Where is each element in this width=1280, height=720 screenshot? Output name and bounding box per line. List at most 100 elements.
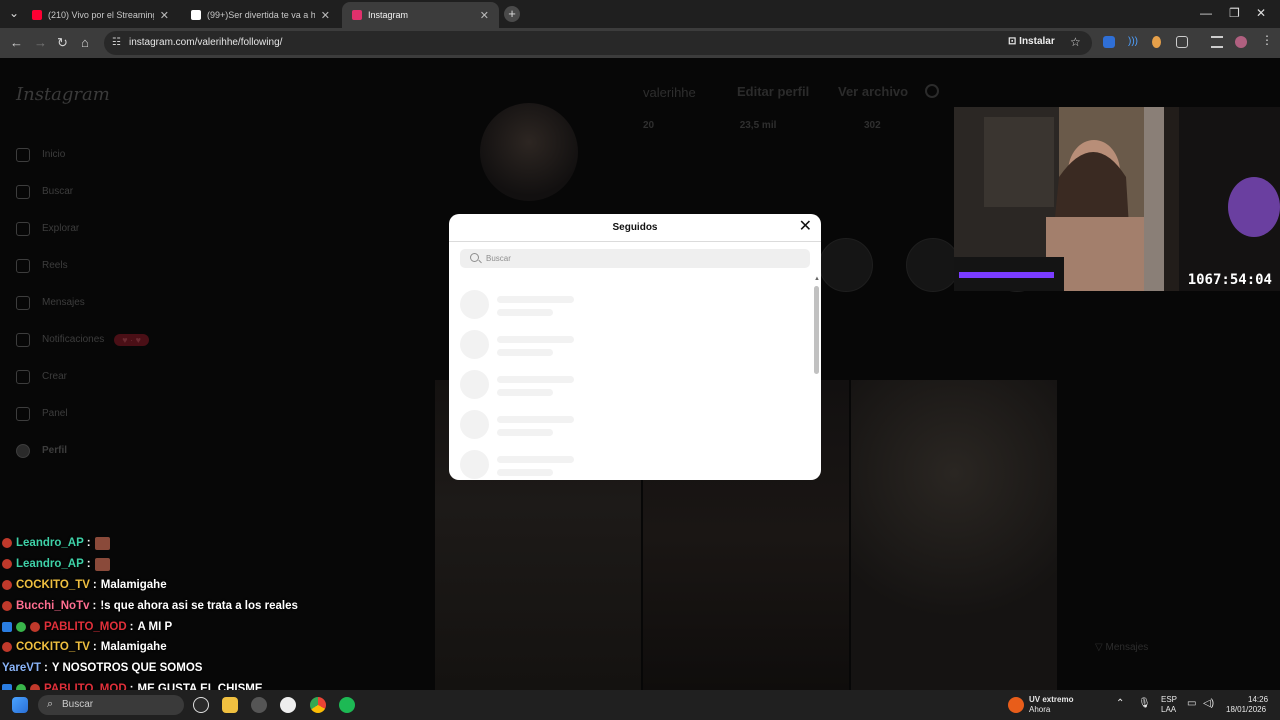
chat-text: Y NOSOTROS QUE SOMOS — [51, 662, 203, 675]
home-icon[interactable]: ⌂ — [81, 35, 89, 50]
chat-emote-icon — [94, 557, 110, 571]
chat-username[interactable]: Leandro_AP — [16, 537, 84, 549]
sidebar-item[interactable]: Mensajes — [16, 284, 149, 321]
minimize-icon[interactable]: — — [1200, 6, 1212, 20]
instagram-logo[interactable]: Instagram — [16, 84, 110, 105]
floating-messages-button[interactable]: ▽ Mensajes — [1095, 642, 1148, 653]
chat-message: Leandro_AP: — [2, 554, 322, 575]
back-icon[interactable]: ← — [10, 35, 23, 50]
browser-tab[interactable]: (210) Vivo por el Streaming - Yo ✕ — [22, 2, 179, 28]
chat-username[interactable]: PABLITO_MOD — [44, 621, 127, 633]
browser-tab[interactable]: (99+)Ser divertida te va a hacer ✕ — [181, 2, 340, 28]
profile-avatar-icon[interactable] — [1235, 36, 1247, 48]
taskbar-search-label: Buscar — [62, 699, 94, 710]
scroll-up-icon[interactable]: ▲ — [814, 276, 820, 282]
chat-text: A MI P — [137, 620, 173, 633]
chat-badge-icon — [2, 621, 12, 632]
story-highlight[interactable] — [906, 238, 960, 292]
sidebar-item[interactable]: Reels — [16, 247, 149, 284]
sidebar-item[interactable]: Inicio — [16, 136, 149, 173]
profile-avatar[interactable] — [480, 103, 578, 201]
windows-taskbar: ⌕ Buscar UV extremo Ahora ⌃ 🎙 ESP LAA ▭ … — [0, 690, 1280, 720]
avatar-placeholder — [460, 290, 489, 319]
chat-username[interactable]: YareVT — [2, 662, 41, 674]
chat-username[interactable]: COCKITO_TV — [16, 579, 90, 591]
forward-icon[interactable]: → — [34, 35, 47, 50]
chat-username[interactable]: Bucchi_NoTv — [16, 600, 90, 612]
clock-time[interactable]: 14:26 — [1248, 695, 1268, 705]
sidebar-item[interactable]: Panel — [16, 395, 149, 432]
volume-icon[interactable]: ◁) — [1203, 699, 1214, 709]
text-placeholder — [497, 416, 574, 423]
chat-username[interactable]: COCKITO_TV — [16, 641, 90, 653]
reload-icon[interactable]: ↻ — [57, 35, 68, 51]
new-tab-button[interactable]: + — [504, 6, 520, 22]
chrome-icon[interactable] — [310, 697, 326, 713]
extensions-puzzle-icon[interactable] — [1176, 36, 1188, 48]
install-icon: ⊡ — [1008, 36, 1017, 47]
overwatch-icon[interactable] — [280, 697, 296, 713]
followers-count[interactable]: 23,5 mil — [740, 120, 777, 131]
weather-subtitle: Ahora — [1029, 705, 1051, 714]
audio-extension-icon[interactable]: ))) — [1128, 36, 1140, 48]
translate-extension-icon[interactable] — [1103, 36, 1115, 48]
windows-start-icon[interactable] — [12, 697, 28, 713]
tab-title: (99+)Ser divertida te va a hacer — [207, 10, 315, 20]
address-bar[interactable]: ☷ instagram.com/valerihhe/following/ ⊡ I… — [104, 31, 1092, 55]
heart-icon — [16, 332, 30, 347]
profile-username: valerihhe — [643, 85, 696, 100]
tab-title: Instagram — [368, 10, 409, 20]
spotify-icon[interactable] — [339, 697, 355, 713]
tab-close-icon[interactable]: ✕ — [160, 9, 169, 22]
bookmark-star-icon[interactable]: ☆ — [1070, 35, 1081, 49]
steam-icon[interactable] — [251, 697, 267, 713]
sidebar-item[interactable]: Crear — [16, 358, 149, 395]
search-input[interactable] — [486, 249, 786, 268]
modal-title: Seguidos — [612, 222, 658, 233]
install-button[interactable]: ⊡ Instalar — [1008, 36, 1055, 47]
language-bottom[interactable]: LAA — [1161, 705, 1176, 715]
window-close-icon[interactable]: ✕ — [1256, 6, 1266, 20]
chat-badge-icon — [16, 621, 26, 632]
clock-date[interactable]: 18/01/2026 — [1226, 705, 1266, 715]
browser-menu-icon[interactable]: ⋮ — [1261, 33, 1273, 47]
scrollbar-thumb[interactable] — [814, 286, 819, 374]
browser-tab[interactable]: Instagram ✕ — [342, 2, 499, 28]
language-top[interactable]: ESP — [1161, 695, 1177, 705]
network-icon[interactable]: ▭ — [1187, 699, 1196, 709]
search-field[interactable] — [460, 249, 810, 268]
post-thumbnail[interactable] — [851, 380, 1057, 690]
tab-search-icon[interactable]: ⌄ — [9, 6, 19, 20]
search-icon: ⌕ — [47, 698, 54, 710]
tray-overflow-icon[interactable]: ⌃ — [1116, 699, 1124, 709]
taskbar-search[interactable]: ⌕ Buscar — [38, 695, 184, 715]
weather-title: UV extremo — [1029, 695, 1074, 704]
sidebar-item[interactable]: Buscar — [16, 173, 149, 210]
tab-close-icon[interactable]: ✕ — [321, 9, 330, 22]
edit-profile-button[interactable]: Editar perfil — [737, 84, 809, 99]
chat-username[interactable]: Leandro_AP — [16, 558, 84, 570]
extension-icon[interactable] — [1152, 36, 1161, 48]
sidebar-item-label: Inicio — [42, 149, 66, 160]
chat-message: Bucchi_NoTv: !s que ahora asi se trata a … — [2, 595, 322, 616]
sidebar-item[interactable]: Explorar — [16, 210, 149, 247]
sidebar-item[interactable]: Perfil — [16, 432, 149, 469]
sidebar-item-label: Mensajes — [42, 297, 85, 308]
modal-header: Seguidos ✕ — [449, 214, 821, 242]
restore-icon[interactable]: ❐ — [1229, 6, 1240, 20]
file-explorer-icon[interactable] — [222, 697, 238, 713]
weather-icon[interactable] — [1008, 697, 1024, 713]
story-highlight[interactable] — [819, 238, 873, 292]
view-archive-button[interactable]: Ver archivo — [838, 84, 908, 99]
microphone-icon[interactable]: 🎙 — [1138, 699, 1151, 709]
settings-gear-icon[interactable] — [925, 84, 939, 98]
scrollbar[interactable]: ▲ — [814, 276, 820, 480]
tab-close-icon[interactable]: ✕ — [480, 9, 489, 22]
site-info-icon[interactable]: ☷ — [112, 37, 121, 48]
chat-message: PABLITO_MOD: A MI P — [2, 616, 322, 637]
sidebar-item[interactable]: Notificaciones ♥ · ♥ — [16, 321, 149, 358]
reading-list-icon[interactable] — [1211, 36, 1223, 48]
app-icon[interactable] — [193, 697, 209, 713]
close-icon[interactable]: ✕ — [799, 219, 812, 235]
following-count[interactable]: 302 — [864, 120, 881, 131]
